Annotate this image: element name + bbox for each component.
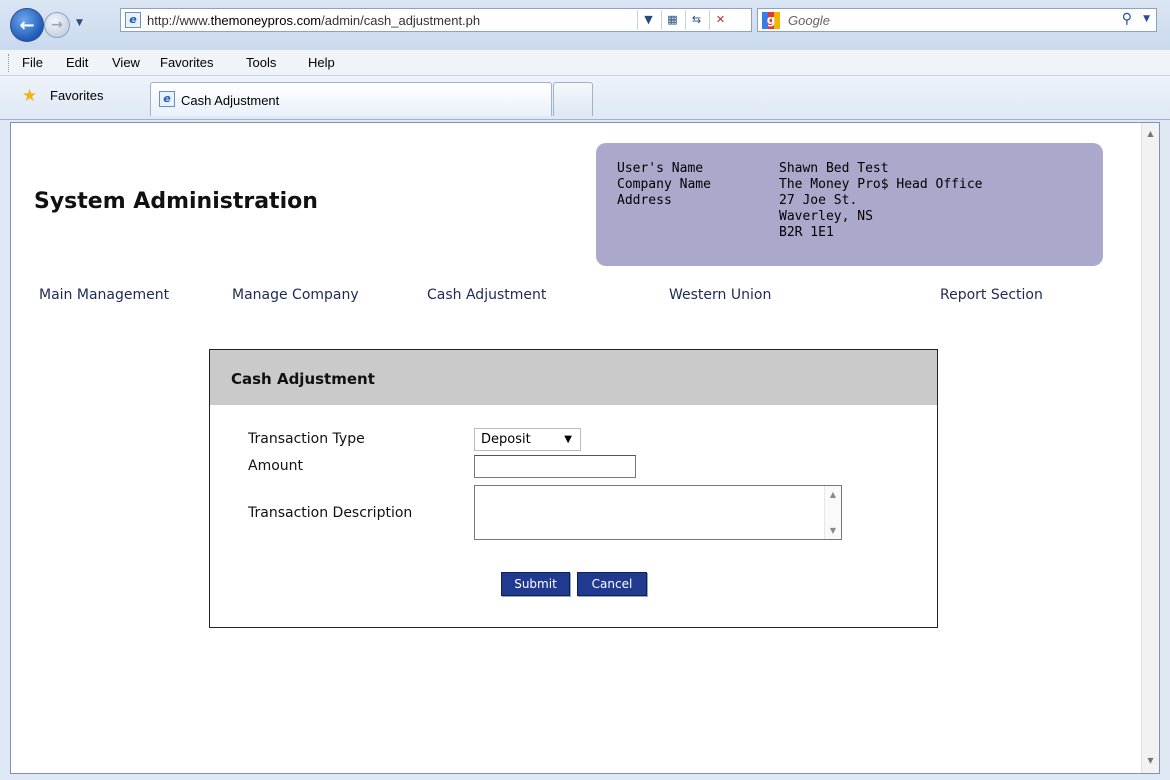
scroll-down-icon[interactable]: ▼ — [1142, 756, 1159, 765]
page-scrollbar[interactable]: ▲ ▼ — [1141, 123, 1159, 773]
transaction-type-label: Transaction Type — [248, 431, 365, 447]
menu-view[interactable]: View — [112, 55, 140, 70]
address-dropdown-icon[interactable]: ▼ — [637, 10, 659, 30]
forward-arrow-icon: → — [51, 17, 63, 33]
user-name-label: User's Name — [617, 161, 704, 176]
scroll-up-icon[interactable]: ▲ — [1142, 129, 1159, 138]
tab-cash-adjustment[interactable]: e Cash Adjustment — [150, 82, 552, 116]
user-name-value: Shawn Bed Test — [779, 161, 889, 176]
nav-cash-adjustment[interactable]: Cash Adjustment — [427, 287, 546, 303]
compatibility-view-icon[interactable]: ▦ — [661, 10, 683, 30]
tab-page-icon: e — [159, 91, 175, 107]
scroll-up-icon[interactable]: ▲ — [825, 490, 841, 499]
company-name-label: Company Name — [617, 177, 711, 192]
address-line-1: 27 Joe St. — [779, 193, 858, 208]
textarea-scrollbar[interactable]: ▲ ▼ — [824, 486, 841, 539]
cash-adjustment-form: Cash Adjustment Transaction Type Deposit… — [209, 349, 938, 628]
browser-toolbar: ← → ▼ e http://www.themoneypros.com/admi… — [0, 0, 1170, 50]
address-label: Address — [617, 193, 672, 208]
address-line-3: B2R 1E1 — [779, 225, 834, 240]
submit-button[interactable]: Submit — [501, 572, 570, 596]
transaction-description-label: Transaction Description — [248, 505, 413, 521]
menu-grip — [8, 54, 11, 72]
transaction-type-value: Deposit — [481, 432, 531, 447]
nav-manage-company[interactable]: Manage Company — [232, 287, 359, 303]
transaction-description-textarea[interactable]: ▲ ▼ — [474, 485, 842, 540]
transaction-type-select[interactable]: Deposit ▼ — [474, 428, 581, 451]
search-dropdown-icon[interactable]: ▼ — [1143, 14, 1150, 24]
nav-report-section[interactable]: Report Section — [940, 287, 1043, 303]
menu-bar: File Edit View Favorites Tools Help — [0, 50, 1170, 76]
address-line-2: Waverley, NS — [779, 209, 873, 224]
form-header: Cash Adjustment — [210, 350, 937, 405]
cancel-button[interactable]: Cancel — [577, 572, 647, 596]
forward-button[interactable]: → — [44, 12, 70, 38]
page-title: System Administration — [34, 189, 318, 214]
menu-help[interactable]: Help — [308, 55, 335, 70]
favorites-star-icon[interactable]: ★ — [22, 86, 37, 106]
google-icon: g — [762, 12, 780, 29]
favorites-bar: ★ Favorites e Cash Adjustment — [0, 76, 1170, 120]
tab-label: Cash Adjustment — [181, 93, 280, 108]
back-button[interactable]: ← — [10, 8, 44, 42]
search-box[interactable]: g Google ⚲ ▼ — [757, 8, 1157, 32]
new-tab-button[interactable] — [553, 82, 593, 116]
scroll-down-icon[interactable]: ▼ — [825, 526, 841, 535]
menu-edit[interactable]: Edit — [66, 55, 88, 70]
amount-label: Amount — [248, 458, 304, 474]
amount-input[interactable] — [474, 455, 636, 478]
menu-file[interactable]: File — [22, 55, 43, 70]
nav-main-management[interactable]: Main Management — [39, 287, 169, 303]
menu-tools[interactable]: Tools — [246, 55, 276, 70]
favorites-button[interactable]: Favorites — [50, 88, 103, 103]
company-name-value: The Money Pro$ Head Office — [779, 177, 983, 192]
chevron-down-icon: ▼ — [564, 434, 572, 445]
stop-icon[interactable]: ✕ — [709, 10, 731, 30]
history-dropdown-icon[interactable]: ▼ — [76, 18, 83, 28]
menu-favorites[interactable]: Favorites — [160, 55, 213, 70]
refresh-icon[interactable]: ⇆ — [685, 10, 707, 30]
search-icon[interactable]: ⚲ — [1122, 11, 1132, 27]
address-bar[interactable]: e http://www.themoneypros.com/admin/cash… — [120, 8, 752, 32]
page-icon: e — [125, 12, 141, 28]
nav-western-union[interactable]: Western Union — [669, 287, 771, 303]
form-heading: Cash Adjustment — [231, 370, 375, 388]
page-viewport: System Administration User's Name Compan… — [10, 122, 1160, 774]
user-info-box: User's Name Company Name Address Shawn B… — [596, 143, 1103, 266]
back-arrow-icon: ← — [19, 14, 35, 36]
url-text[interactable]: http://www.themoneypros.com/admin/cash_a… — [147, 13, 480, 28]
search-placeholder: Google — [788, 13, 830, 28]
